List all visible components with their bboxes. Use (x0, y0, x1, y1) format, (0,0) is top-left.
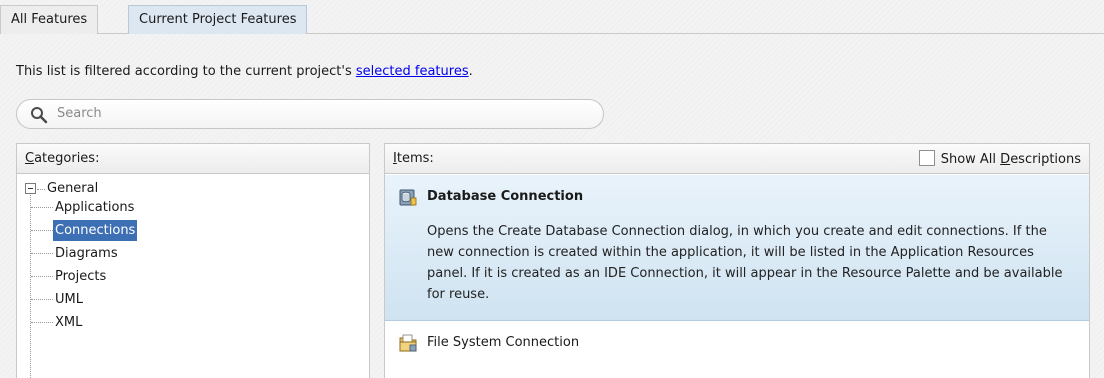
file-system-connection-icon (399, 334, 417, 352)
categories-label: Categories: (25, 151, 99, 166)
show-all-mnemonic: D (1000, 152, 1011, 167)
search-input[interactable]: Search (16, 99, 604, 129)
categories-tree: General Applications Connections Diagram… (17, 174, 369, 378)
show-all-descriptions-checkbox[interactable]: Show All Descriptions (918, 150, 1081, 167)
tree-connector (31, 207, 53, 208)
item-title: Database Connection (427, 189, 584, 204)
checkbox-box[interactable] (918, 150, 935, 166)
tree-connector (31, 253, 53, 254)
collapse-toggle-icon[interactable] (25, 183, 36, 194)
tree-connector (31, 276, 53, 277)
item-title: File System Connection (427, 335, 580, 350)
tree-connector (31, 230, 53, 231)
item-description: Opens the Create Database Connection dia… (427, 224, 1063, 302)
tab-all-features[interactable]: All Features (0, 5, 99, 34)
tree-connector (30, 195, 31, 378)
tree-connector (31, 322, 53, 323)
items-panel: Items: Show All Descriptions Database Co… (384, 143, 1090, 378)
items-label: Items: (393, 151, 434, 166)
tree-node-diagrams[interactable]: Diagrams (53, 243, 120, 264)
filter-note: This list is filtered according to the c… (16, 64, 473, 79)
show-all-post: escriptions (1010, 152, 1081, 167)
filter-note-suffix: . (468, 64, 473, 79)
database-connection-icon (399, 189, 417, 206)
show-all-pre: Show All (940, 152, 1001, 167)
tree-node-connections[interactable]: Connections (53, 220, 138, 241)
categories-panel: Categories: General Applications Connect… (16, 143, 370, 378)
tree-connector (37, 189, 45, 190)
search-placeholder: Search (57, 106, 102, 121)
items-header: Items: Show All Descriptions (385, 144, 1089, 174)
tab-current-project-features[interactable]: Current Project Features (128, 5, 308, 34)
list-item-file-system-connection[interactable]: File System Connection (385, 322, 1089, 362)
tree-node-uml[interactable]: UML (53, 289, 85, 310)
tree-node-general[interactable]: General (45, 178, 100, 199)
tree-connector (31, 299, 53, 300)
tab-bar: All Features Current Project Features (0, 0, 1104, 34)
selected-features-link[interactable]: selected features (356, 64, 469, 79)
tab-label: All Features (11, 12, 88, 27)
categories-header: Categories: (17, 144, 369, 174)
categories-mnemonic: C (25, 151, 35, 166)
search-icon (31, 107, 48, 124)
tree-node-projects[interactable]: Projects (53, 266, 108, 287)
items-label-rest: tems: (396, 151, 434, 166)
tree-node-xml[interactable]: XML (53, 312, 84, 333)
tree-node-applications[interactable]: Applications (53, 197, 136, 218)
list-item-database-connection[interactable]: Database Connection Opens the Create Dat… (385, 175, 1089, 321)
categories-label-rest: ategories: (34, 151, 100, 166)
tab-label: Current Project Features (139, 12, 297, 27)
filter-note-text: This list is filtered according to the c… (16, 64, 356, 79)
